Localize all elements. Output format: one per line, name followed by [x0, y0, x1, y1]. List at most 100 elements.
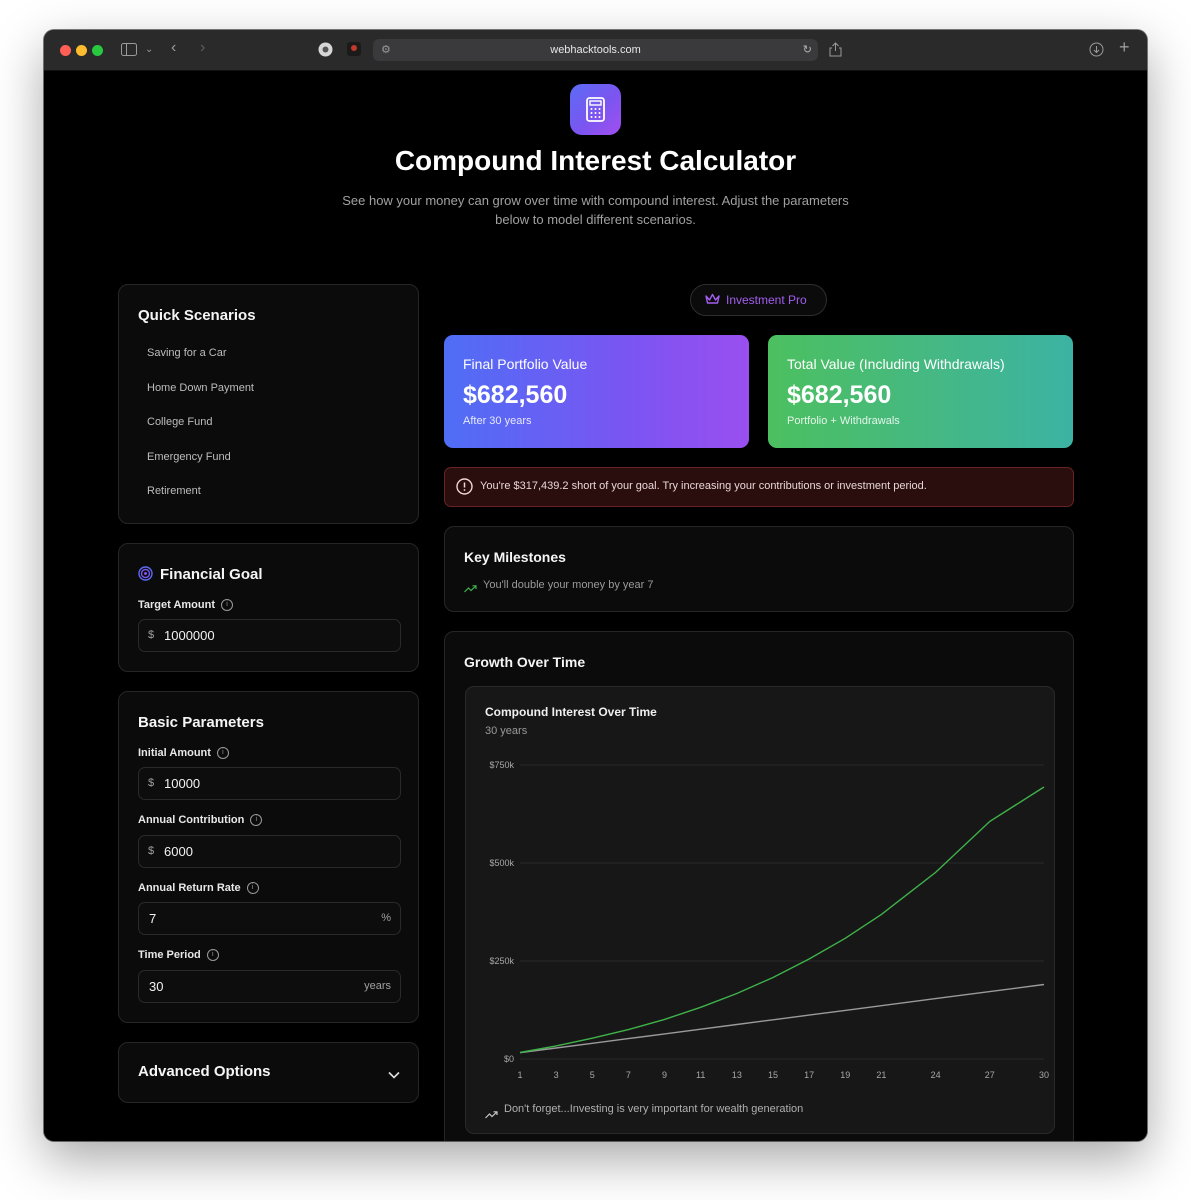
chevron-down-icon [388, 1066, 400, 1084]
years-suffix: years [364, 980, 391, 992]
info-icon[interactable]: i [216, 747, 229, 760]
x-tick-label: 19 [840, 1070, 850, 1080]
downloads-icon[interactable] [1089, 42, 1104, 59]
goal-shortfall-alert: You're $317,439.2 short of your goal. Tr… [444, 467, 1074, 507]
growth-over-time-title: Growth Over Time [464, 654, 586, 670]
annual-contribution-input[interactable]: $ 6000 [138, 835, 401, 868]
target-amount-label: Target Amount i [138, 599, 233, 612]
scenario-home-down-payment[interactable]: Home Down Payment [147, 382, 254, 394]
time-period-label: Time Period i [138, 949, 219, 962]
y-tick-label: $750k [489, 760, 514, 770]
page-subtitle: See how your money can grow over time wi… [342, 193, 849, 227]
x-tick-label: 11 [696, 1070, 705, 1080]
x-tick-label: 21 [876, 1070, 886, 1080]
chart-footer-text: Don't forget...Investing is very importa… [504, 1103, 804, 1115]
contributions-line [519, 983, 1045, 1054]
percent-suffix: % [381, 912, 391, 924]
advanced-options-toggle[interactable]: Advanced Options [118, 1042, 419, 1103]
trending-up-icon [485, 1106, 498, 1124]
growth-over-time-card: Growth Over Time Compound Interest Over … [444, 631, 1074, 1141]
crown-icon [705, 293, 720, 308]
chevron-down-icon[interactable]: ⌄ [145, 43, 153, 57]
initial-amount-input[interactable]: $ 10000 [138, 767, 401, 800]
x-tick-label: 30 [1039, 1070, 1049, 1080]
scenario-retirement[interactable]: Retirement [147, 485, 201, 497]
total-value-card: Total Value (Including Withdrawals) $682… [768, 335, 1073, 448]
currency-prefix: $ [148, 629, 155, 641]
final-portfolio-value: $682,560 [463, 381, 568, 409]
basic-parameters-card: Basic Parameters Initial Amount i $ 10000… [118, 691, 419, 1023]
x-tick-label: 24 [931, 1070, 941, 1080]
currency-prefix: $ [148, 845, 155, 857]
initial-amount-value: 10000 [164, 776, 201, 791]
info-icon[interactable]: i [206, 949, 219, 962]
browser-toolbar: ⌄ ‹ › ⚙ webhacktools.com ↻ + [44, 30, 1147, 71]
alert-circle-icon [456, 478, 473, 498]
annual-contribution-label: Annual Contribution i [138, 814, 263, 827]
annual-return-rate-value: 7 [149, 911, 157, 926]
extension-icon-2[interactable] [347, 42, 361, 58]
milestone-item: You'll double your money by year 7 [483, 579, 654, 591]
x-tick-label: 17 [804, 1070, 814, 1080]
annual-return-rate-label: Annual Return Rate i [138, 882, 259, 895]
advanced-options-title: Advanced Options [138, 1063, 271, 1080]
x-tick-label: 13 [732, 1070, 742, 1080]
x-tick-label: 1 [517, 1070, 522, 1080]
scenario-college-fund[interactable]: College Fund [147, 416, 212, 428]
time-period-value: 30 [149, 979, 164, 994]
page-title: Compound Interest Calculator [394, 145, 797, 176]
y-tick-label: $250k [489, 956, 514, 966]
initial-amount-label: Initial Amount i [138, 747, 229, 760]
calculator-icon [570, 84, 621, 135]
total-value-value: $682,560 [787, 381, 892, 409]
time-period-input[interactable]: 30 years [138, 970, 401, 1003]
page-settings-icon[interactable]: ⚙ [381, 39, 391, 61]
annual-return-rate-input[interactable]: 7 % [138, 902, 401, 935]
x-tick-label: 15 [768, 1070, 778, 1080]
info-icon[interactable]: i [246, 882, 259, 895]
alert-text: You're $317,439.2 short of your goal. Tr… [480, 480, 927, 492]
currency-prefix: $ [148, 777, 155, 789]
back-icon[interactable]: ‹ [171, 40, 176, 56]
target-icon [138, 566, 153, 586]
x-tick-label: 9 [662, 1070, 667, 1080]
scenario-emergency-fund[interactable]: Emergency Fund [147, 451, 231, 463]
final-portfolio-subtext: After 30 years [463, 415, 532, 427]
total-value-subtext: Portfolio + Withdrawals [787, 415, 900, 427]
annual-contribution-value: 6000 [164, 844, 193, 859]
address-bar[interactable]: ⚙ webhacktools.com ↻ [373, 39, 818, 61]
x-tick-label: 5 [590, 1070, 595, 1080]
target-amount-input[interactable]: $ 1000000 [138, 619, 401, 652]
target-amount-value: 1000000 [164, 628, 215, 643]
zoom-window-button[interactable] [92, 45, 103, 56]
x-tick-label: 3 [554, 1070, 559, 1080]
page-content: Compound Interest Calculator See how you… [44, 71, 1147, 1141]
x-tick-label: 27 [985, 1070, 995, 1080]
sidebar-icon[interactable] [121, 43, 137, 58]
total-value-label: Total Value (Including Withdrawals) [787, 356, 1005, 372]
share-icon[interactable] [829, 42, 842, 59]
info-icon[interactable]: i [221, 599, 233, 612]
final-portfolio-card: Final Portfolio Value $682,560 After 30 … [444, 335, 749, 448]
final-portfolio-label: Final Portfolio Value [463, 356, 588, 372]
info-icon[interactable]: i [250, 814, 263, 827]
quick-scenarios-title: Quick Scenarios [138, 307, 256, 324]
minimize-window-button[interactable] [76, 45, 87, 56]
reload-icon[interactable]: ↻ [803, 39, 812, 61]
compound-interest-chart: $0$250k$500k$750k1 3 5 7 9 11 13 15 17 19 21 24 27 30 [489, 760, 1049, 1080]
extension-icon[interactable] [318, 42, 333, 59]
browser-window: ⌄ ‹ › ⚙ webhacktools.com ↻ + Compound In… [44, 30, 1147, 1141]
financial-goal-title: Financial Goal [160, 566, 263, 583]
trending-up-icon [464, 580, 477, 598]
y-tick-label: $0 [504, 1054, 514, 1064]
x-tick-label: 7 [626, 1070, 631, 1080]
scenario-saving-for-a-car[interactable]: Saving for a Car [147, 347, 226, 359]
close-window-button[interactable] [60, 45, 71, 56]
key-milestones-title: Key Milestones [464, 549, 566, 565]
portfolio-growth-line [519, 786, 1045, 1054]
basic-parameters-title: Basic Parameters [138, 714, 264, 731]
forward-icon[interactable]: › [200, 40, 205, 56]
new-tab-icon[interactable]: + [1119, 38, 1130, 56]
investment-pro-badge: Investment Pro [690, 284, 827, 316]
financial-goal-card: Financial Goal Target Amount i $ 1000000 [118, 543, 419, 672]
